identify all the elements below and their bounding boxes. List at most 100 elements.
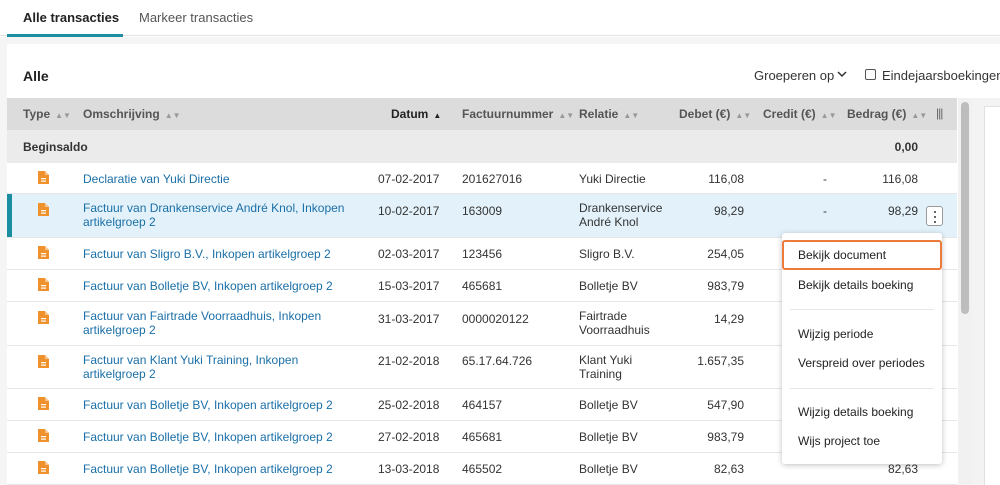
table-row-selected[interactable]: Factuur van Drankenservice André Knol, I… [7,194,957,238]
row-relation: Sligro B.V. [579,247,635,261]
document-icon[interactable] [38,203,49,216]
row-credit: - [823,204,827,218]
column-header-date[interactable]: Datum ▲ [391,107,441,121]
menu-separator [790,388,934,389]
sort-ascending-icon: ▲ [433,111,442,120]
column-header-invoice[interactable]: Factuurnummer ▲▼ [462,107,574,121]
row-relation: Bolletje BV [579,398,638,412]
menu-item-change-booking-details[interactable]: Wijzig details boeking [782,397,942,427]
row-description-link[interactable]: Factuur van Sligro B.V., Inkopen artikel… [83,247,353,261]
row-invoice-number: 465681 [462,430,503,444]
row-amount: 98,29 [887,204,918,218]
column-header-label: Type [23,107,51,121]
tab-bar: Alle transacties Markeer transacties [0,0,1000,37]
row-date: 02-03-2017 [378,247,440,261]
row-menu-button[interactable] [926,206,943,226]
year-end-label: Eindejaarsboekingen [882,68,1000,83]
row-date: 10-02-2017 [378,204,440,218]
row-date: 15-03-2017 [378,279,440,293]
column-header-amount[interactable]: Bedrag (€) ▲▼ [847,107,927,121]
row-invoice-number: 201627016 [462,172,523,186]
row-invoice-number: 65.17.64.726 [462,354,533,368]
row-debet: 547,90 [707,398,744,412]
column-header-label: Bedrag (€) [847,107,907,121]
menu-item-change-period[interactable]: Wijzig periode [782,319,942,349]
column-header-label: Relatie [579,107,619,121]
column-header-relation[interactable]: Relatie ▲▼ [579,107,639,121]
row-debet: 983,79 [707,279,744,293]
row-relation: Bolletje BV [579,462,638,476]
document-icon[interactable] [38,397,49,410]
chevron-down-icon[interactable] [836,68,848,80]
column-header-credit[interactable]: Credit (€) ▲▼ [763,107,837,121]
row-description-link[interactable]: Factuur van Klant Yuki Training, Inkopen… [83,353,353,381]
row-debet: 1.657,35 [697,354,744,368]
row-credit: - [823,172,827,186]
document-icon[interactable] [38,461,49,474]
kebab-dot [934,216,936,218]
group-by-dropdown[interactable]: Groeperen op [754,68,834,83]
sort-icon: ▲▼ [558,111,575,120]
row-description-link[interactable]: Factuur van Bolletje BV, Inkopen artikel… [83,279,353,293]
document-icon[interactable] [38,278,49,291]
opening-balance-label: Beginsaldo [23,140,88,154]
document-icon[interactable] [38,311,49,324]
row-debet: 98,29 [713,204,744,218]
opening-balance-row: Beginsaldo 0,00 [7,130,957,163]
column-header-label: Credit (€) [763,107,816,121]
selected-row-indicator [7,194,12,237]
row-debet: 82,63 [713,462,744,476]
row-invoice-number: 0000020122 [462,312,529,326]
menu-item-view-booking-details[interactable]: Bekijk details boeking [782,270,942,300]
sort-icon: ▲▼ [911,111,928,120]
row-date: 31-03-2017 [378,312,440,326]
row-relation: Yuki Directie [579,172,646,186]
row-debet: 116,08 [708,172,744,186]
document-icon[interactable] [38,429,49,442]
row-invoice-number: 163009 [462,204,503,218]
column-header-debet[interactable]: Debet (€) ▲▼ [679,107,751,121]
columns-icon[interactable]: ||| [936,106,943,120]
sort-icon: ▲▼ [55,111,71,120]
row-date: 25-02-2018 [378,398,440,412]
row-date: 27-02-2018 [378,430,440,444]
tab-markeer-transacties[interactable]: Markeer transacties [139,10,253,25]
scrollbar-thumb[interactable] [961,102,969,314]
kebab-dot [934,221,936,223]
sort-icon: ▲▼ [623,111,640,120]
column-header-type[interactable]: Type ▲▼ [23,107,71,121]
menu-item-assign-project[interactable]: Wijs project toe [782,426,942,456]
document-icon[interactable] [38,171,49,184]
row-relation: Klant Yuki Training [579,353,633,381]
sort-icon: ▲▼ [820,111,837,120]
menu-item-spread-over-periods[interactable]: Verspreid over periodes [782,348,942,378]
side-panel-frame [972,98,1000,485]
section-title: Alle [23,68,49,84]
row-invoice-number: 123456 [462,247,503,261]
row-debet: 254,05 [707,247,744,261]
row-date: 13-03-2018 [378,462,440,476]
tab-alle-transacties[interactable]: Alle transacties [23,10,119,25]
side-panel [984,106,1000,485]
row-description-link[interactable]: Factuur van Drankenservice André Knol, I… [83,201,353,229]
column-header-label: Debet (€) [679,107,731,121]
row-description-link[interactable]: Factuur van Bolletje BV, Inkopen artikel… [83,462,353,476]
row-description-link[interactable]: Factuur van Fairtrade Voorraadhuis, Inko… [83,309,353,337]
row-relation: Bolletje BV [579,279,638,293]
menu-item-view-document[interactable]: Bekijk document [782,240,942,270]
row-relation: Drankenservice André Knol [579,201,663,229]
column-header-description[interactable]: Omschrijving ▲▼ [83,107,181,121]
row-description-link[interactable]: Factuur van Bolletje BV, Inkopen artikel… [83,398,353,412]
year-end-checkbox[interactable] [865,69,876,80]
row-description-link[interactable]: Declaratie van Yuki Directie [83,172,353,186]
row-description-link[interactable]: Factuur van Bolletje BV, Inkopen artikel… [83,430,353,444]
table-header: Type ▲▼ Omschrijving ▲▼ Datum ▲ Factuurnumm… [7,98,957,130]
row-debet: 983,79 [707,430,744,444]
opening-balance-value: 0,00 [894,140,918,154]
row-invoice-number: 465681 [462,279,503,293]
document-icon[interactable] [38,355,49,368]
table-row[interactable]: Declaratie van Yuki Directie 07-02-2017 … [7,163,957,194]
row-date: 21-02-2018 [378,354,440,368]
row-debet: 14,29 [713,312,744,326]
document-icon[interactable] [38,246,49,259]
